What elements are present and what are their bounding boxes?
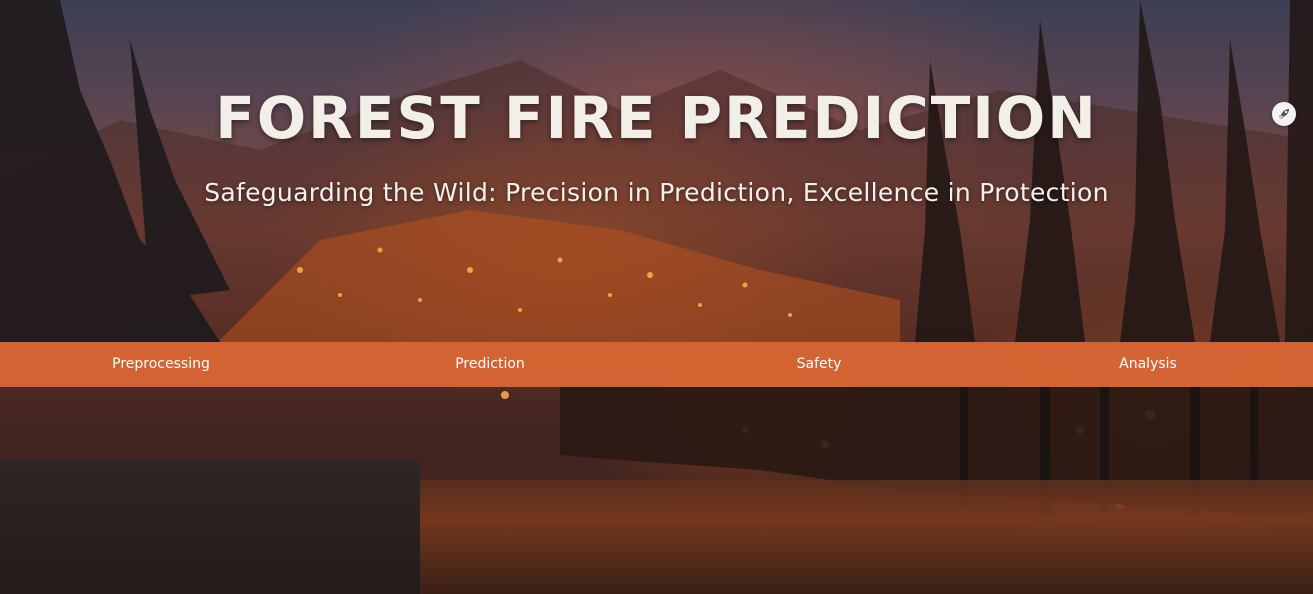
page-title: FOREST FIRE PREDICTION xyxy=(215,84,1098,152)
nav-item-safety[interactable]: Safety xyxy=(797,342,842,387)
nav-item-prediction[interactable]: Prediction xyxy=(455,342,525,387)
rocket-icon[interactable] xyxy=(1272,102,1296,126)
nav-item-preprocessing[interactable]: Preprocessing xyxy=(112,342,210,387)
page-subtitle: Safeguarding the Wild: Precision in Pred… xyxy=(204,178,1109,207)
hero-section: FOREST FIRE PREDICTION Safeguarding the … xyxy=(0,0,1313,594)
nav-item-analysis[interactable]: Analysis xyxy=(1119,342,1177,387)
main-navbar: Preprocessing Prediction Safety Analysis xyxy=(0,342,1313,387)
rocket-icon-glyph xyxy=(1279,109,1289,119)
river-reflection xyxy=(380,480,1313,594)
roadside-foreground xyxy=(0,460,420,594)
